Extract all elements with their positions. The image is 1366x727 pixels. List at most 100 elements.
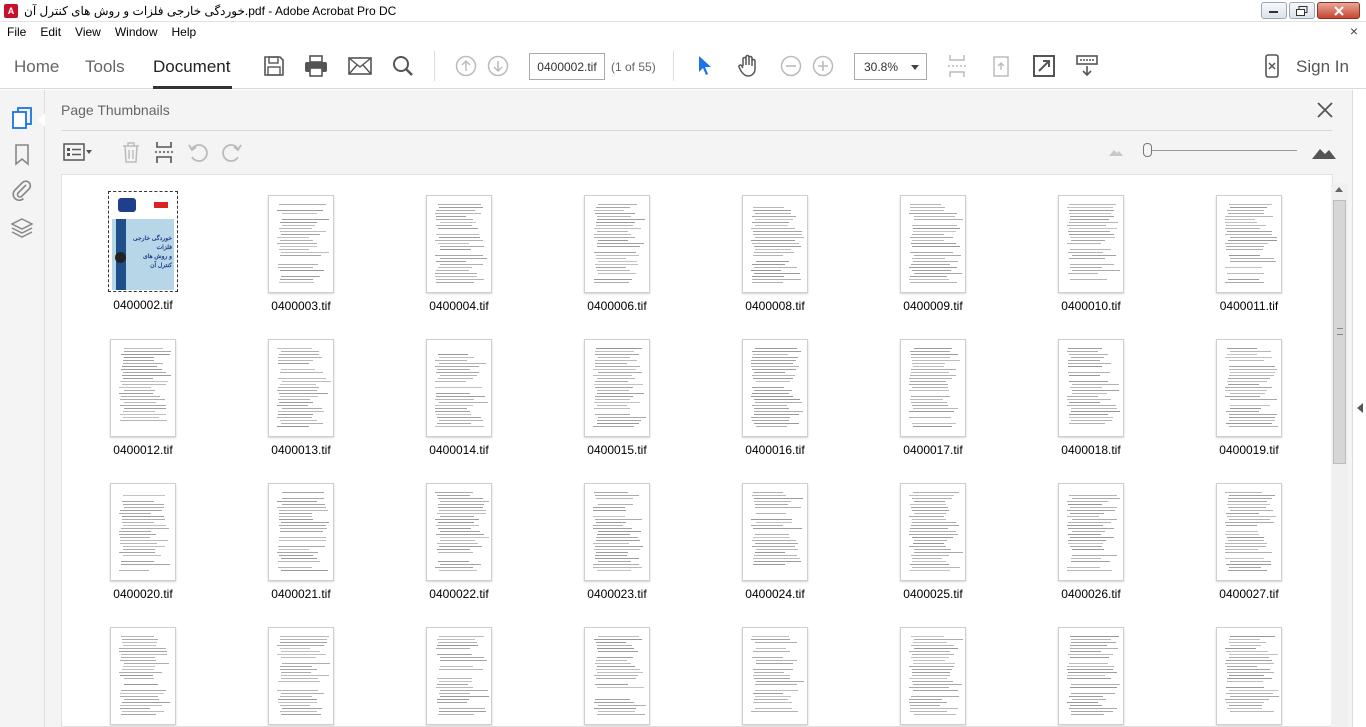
- text-line: [1227, 672, 1274, 673]
- window-close-button[interactable]: [1317, 2, 1360, 19]
- save-icon[interactable]: [261, 53, 287, 79]
- full-screen-icon[interactable]: [1031, 53, 1057, 79]
- menu-file[interactable]: File: [0, 25, 33, 39]
- page-thumbnail[interactable]: 0400024.tif: [700, 483, 850, 601]
- text-line: [755, 543, 798, 544]
- text-line: [440, 564, 481, 565]
- prev-page-icon[interactable]: [453, 53, 479, 79]
- page-thumbnail[interactable]: [700, 627, 850, 726]
- page-thumbnail[interactable]: 0400006.tif: [542, 195, 692, 313]
- text-line: [1225, 216, 1273, 217]
- select-cursor-icon[interactable]: [692, 53, 718, 79]
- zoom-out-icon[interactable]: [778, 53, 804, 79]
- thumbnail-size-slider-track[interactable]: [1145, 150, 1297, 151]
- hand-tool-icon[interactable]: [735, 53, 761, 79]
- page-thumbnail[interactable]: [1016, 627, 1166, 726]
- page-thumbnail[interactable]: [226, 627, 376, 726]
- text-line: [1067, 669, 1113, 670]
- search-icon[interactable]: [390, 53, 416, 79]
- small-thumbnails-icon[interactable]: [1103, 140, 1129, 164]
- print-icon[interactable]: [303, 53, 329, 79]
- delete-page-icon[interactable]: [118, 140, 144, 164]
- thumbnail-size-slider-handle[interactable]: [1143, 143, 1152, 157]
- vertical-scrollbar[interactable]: [1331, 183, 1348, 727]
- page-thumbnail[interactable]: 0400021.tif: [226, 483, 376, 601]
- thumbnail-label: 0400018.tif: [1061, 443, 1121, 457]
- page-thumbnail[interactable]: 0400019.tif: [1174, 339, 1324, 457]
- options-menu-icon[interactable]: [62, 140, 94, 164]
- thumbnail-label: 0400015.tif: [587, 443, 647, 457]
- page-thumbnail[interactable]: 0400018.tif: [1016, 339, 1166, 457]
- rotate-counterclockwise-icon[interactable]: [185, 140, 211, 164]
- page-thumbnail[interactable]: 0400026.tif: [1016, 483, 1166, 601]
- rotate-clockwise-icon[interactable]: [219, 140, 245, 164]
- menu-window[interactable]: Window: [108, 25, 165, 39]
- page-thumbnail[interactable]: 0400012.tif: [68, 339, 218, 457]
- page-thumbnail[interactable]: 0400020.tif: [68, 483, 218, 601]
- rotate-view-icon[interactable]: [988, 53, 1014, 79]
- mobile-icon[interactable]: [1259, 53, 1285, 79]
- page-thumbnail[interactable]: 0400016.tif: [700, 339, 850, 457]
- expand-right-pane-icon[interactable]: [1357, 403, 1363, 413]
- page-number-input[interactable]: 0400002.tif: [529, 53, 605, 80]
- text-line: [752, 351, 801, 352]
- page-thumbnail[interactable]: [858, 627, 1008, 726]
- page-thumbnail[interactable]: [384, 627, 534, 726]
- text-line: [1070, 387, 1102, 388]
- read-mode-icon[interactable]: [1074, 53, 1100, 79]
- text-line: [1228, 384, 1259, 385]
- page-thumbnail[interactable]: 0400027.tif: [1174, 483, 1324, 601]
- text-line: [439, 693, 470, 694]
- zoom-in-icon[interactable]: [810, 53, 836, 79]
- layers-icon[interactable]: [10, 216, 34, 240]
- page-thumbnail[interactable]: 0400015.tif: [542, 339, 692, 457]
- text-line: [122, 375, 171, 376]
- page-thumbnail[interactable]: 0400009.tif: [858, 195, 1008, 313]
- menu-edit[interactable]: Edit: [33, 25, 68, 39]
- menu-view[interactable]: View: [68, 25, 108, 39]
- sign-in-link[interactable]: Sign In: [1296, 57, 1349, 77]
- tab-home[interactable]: Home: [14, 57, 59, 77]
- right-pane-toggle[interactable]: [1352, 90, 1366, 727]
- page-thumbnail[interactable]: 0400003.tif: [226, 195, 376, 313]
- text-line: [753, 702, 792, 703]
- page-thumbnail[interactable]: [542, 627, 692, 726]
- thumbnails-grid: خوردگی خارجی فلزات و روش های کنترل آن 0400…: [61, 174, 1333, 727]
- close-panel-icon[interactable]: [1313, 98, 1337, 122]
- next-page-icon[interactable]: [485, 53, 511, 79]
- text-line: [593, 564, 639, 565]
- page-thumbnail[interactable]: خوردگی خارجی فلزات و روش های کنترل آن 0400…: [68, 191, 218, 312]
- text-line: [1229, 675, 1264, 676]
- insert-page-icon[interactable]: [152, 140, 178, 164]
- close-document-icon[interactable]: ×: [1350, 23, 1358, 39]
- page-thumbnail[interactable]: 0400004.tif: [384, 195, 534, 313]
- text-line: [593, 510, 626, 511]
- page-thumbnail[interactable]: 0400008.tif: [700, 195, 850, 313]
- scrollbar-thumb[interactable]: [1333, 200, 1346, 464]
- text-line: [1226, 525, 1257, 526]
- restore-button[interactable]: [1289, 2, 1315, 19]
- page-thumbnails-icon[interactable]: [10, 106, 34, 130]
- page-thumbnail[interactable]: [68, 627, 218, 726]
- page-thumbnail[interactable]: 0400013.tif: [226, 339, 376, 457]
- page-thumbnail[interactable]: 0400017.tif: [858, 339, 1008, 457]
- bookmark-icon[interactable]: [10, 143, 34, 167]
- text-line: [1067, 351, 1098, 352]
- tab-document[interactable]: Document: [153, 57, 230, 77]
- scroll-up-arrow-icon[interactable]: [1335, 187, 1343, 192]
- page-thumbnail[interactable]: [1174, 627, 1324, 726]
- page-thumbnail[interactable]: 0400022.tif: [384, 483, 534, 601]
- email-icon[interactable]: [347, 53, 373, 79]
- page-thumbnail[interactable]: 0400023.tif: [542, 483, 692, 601]
- attachment-icon[interactable]: [10, 178, 34, 202]
- menu-help[interactable]: Help: [165, 25, 204, 39]
- minimize-button[interactable]: [1261, 2, 1287, 19]
- tab-tools[interactable]: Tools: [85, 57, 125, 77]
- page-thumbnail[interactable]: 0400014.tif: [384, 339, 534, 457]
- large-thumbnails-icon[interactable]: [1311, 140, 1337, 164]
- page-thumbnail[interactable]: 0400010.tif: [1016, 195, 1166, 313]
- fit-page-icon[interactable]: [944, 53, 970, 79]
- page-thumbnail[interactable]: 0400011.tif: [1174, 195, 1324, 313]
- page-thumbnail[interactable]: 0400025.tif: [858, 483, 1008, 601]
- zoom-select[interactable]: 30.8%: [854, 53, 927, 80]
